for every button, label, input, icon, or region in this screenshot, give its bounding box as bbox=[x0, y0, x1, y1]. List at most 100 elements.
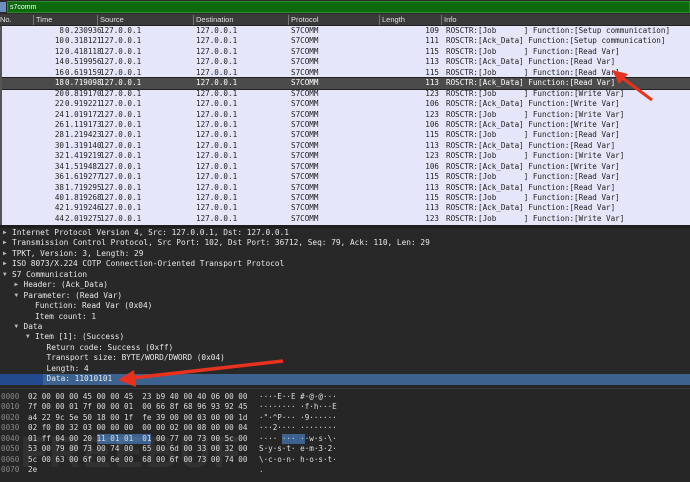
packet-row[interactable]: 36 1.619277 127.0.0.1 127.0.0.1 S7COMM 115 ROS… bbox=[2, 172, 690, 182]
packet-list[interactable]: 8 0.230936 127.0.0.1 127.0.0.1 S7COMM 109 ROSC… bbox=[0, 26, 690, 226]
hex-bytes[interactable]: 2e bbox=[28, 465, 37, 475]
cell-time: 0.719098 bbox=[65, 78, 102, 88]
cell-no: 40 bbox=[54, 193, 64, 202]
detail-tree-item[interactable]: ▼ S7 Communication bbox=[0, 270, 690, 280]
hex-bytes[interactable]: 5c 00 63 00 6f 00 6e 00 68 00 6f 00 73 0… bbox=[28, 455, 247, 465]
packet-row[interactable]: 24 1.019172 127.0.0.1 127.0.0.1 S7COMM 123 ROS… bbox=[2, 110, 690, 120]
hex-ascii[interactable]: S·y·s·t· e·m·3·2· bbox=[259, 444, 337, 454]
hex-ascii[interactable]: \·c·o·n· h·o·s·t· bbox=[259, 455, 337, 465]
expanded-triangle-icon[interactable]: ▼ bbox=[26, 332, 30, 342]
column-destination[interactable]: Destination bbox=[193, 15, 234, 25]
packet-row[interactable]: 20 0.819170 127.0.0.1 127.0.0.1 S7COMM 123 ROS… bbox=[2, 89, 690, 99]
packet-row[interactable]: 22 0.919221 127.0.0.1 127.0.0.1 S7COMM 106 ROS… bbox=[2, 99, 690, 109]
cell-protocol: S7COMM bbox=[291, 88, 319, 98]
cell-info: ROSCTR:[Ack_Data] Function:[Setup commun… bbox=[446, 36, 666, 46]
packet-row[interactable]: 12 0.418118 127.0.0.1 127.0.0.1 S7COMM 115 ROS… bbox=[2, 47, 690, 57]
hex-bytes[interactable]: 02 00 00 00 45 00 00 45 23 b9 40 00 40 0… bbox=[28, 392, 247, 402]
packet-row[interactable]: 32 1.419219 127.0.0.1 127.0.0.1 S7COMM 123 ROS… bbox=[2, 151, 690, 161]
detail-tree-item[interactable]: Return code: Success (0xff) bbox=[0, 343, 690, 353]
hex-offset: 0000 bbox=[1, 392, 20, 401]
collapsed-triangle-icon[interactable]: ▶ bbox=[3, 228, 7, 238]
hex-offset: 0070 bbox=[1, 465, 20, 475]
cell-source: 127.0.0.1 bbox=[100, 140, 142, 150]
cell-no: 34 bbox=[54, 161, 64, 171]
cell-protocol: S7COMM bbox=[291, 130, 319, 140]
cell-info: ROSCTR:[Ack_Data] Function:[Write Var] bbox=[446, 161, 620, 171]
cell-info: ROSCTR:[Ack_Data] Function:[Write Var] bbox=[446, 119, 620, 129]
detail-tree-item[interactable]: Item count: 1 bbox=[0, 312, 690, 322]
detail-tree-item[interactable]: ▼ Parameter: (Read Var) bbox=[0, 291, 690, 301]
detail-tree-item[interactable]: Function: Read Var (0x04) bbox=[0, 301, 690, 311]
cell-source: 127.0.0.1 bbox=[100, 182, 142, 192]
detail-text: Parameter: (Read Var) bbox=[23, 290, 123, 300]
hex-ascii[interactable]: . bbox=[259, 465, 264, 475]
packet-row[interactable]: 10 0.318121 127.0.0.1 127.0.0.1 S7COMM 111 ROS… bbox=[2, 36, 690, 46]
hex-row: 0050 53 00 79 00 73 00 74 00 65 00 6d 00 … bbox=[0, 444, 690, 454]
cell-destination: 127.0.0.1 bbox=[196, 130, 238, 140]
packet-row[interactable]: 18 0.719098 127.0.0.1 127.0.0.1 S7COMM 113 ROS… bbox=[2, 77, 690, 90]
hex-bytes[interactable]: 7f 00 00 01 7f 00 00 01 00 66 8f 68 96 9… bbox=[28, 402, 247, 412]
column-no[interactable]: No. bbox=[0, 15, 12, 25]
cell-time: 1.319140 bbox=[65, 140, 102, 150]
collapsed-triangle-icon[interactable]: ▶ bbox=[3, 249, 7, 259]
packet-row[interactable]: 14 0.519956 127.0.0.1 127.0.0.1 S7COMM 113 ROS… bbox=[2, 57, 690, 67]
cell-protocol: S7COMM bbox=[291, 161, 319, 171]
packet-row[interactable]: 42 1.919246 127.0.0.1 127.0.0.1 S7COMM 113 ROS… bbox=[2, 203, 690, 213]
packet-row[interactable]: 8 0.230936 127.0.0.1 127.0.0.1 S7COMM 109 ROSC… bbox=[2, 26, 690, 36]
detail-tree-item[interactable]: ▶ Transmission Control Protocol, Src Port… bbox=[0, 238, 690, 248]
cell-length: 115 bbox=[425, 172, 439, 182]
column-length[interactable]: Length bbox=[379, 15, 405, 25]
hex-row: 0040 01 ff 04 00 20 11 01 01 01 00 77 00 … bbox=[0, 433, 690, 445]
hex-bytes[interactable]: 02 f0 80 32 03 00 00 00 00 00 02 00 08 0… bbox=[28, 423, 247, 433]
collapsed-triangle-icon[interactable]: ▶ bbox=[15, 280, 19, 290]
cell-destination: 127.0.0.1 bbox=[196, 26, 238, 35]
column-time[interactable]: Time bbox=[33, 15, 52, 25]
hex-ascii[interactable]: ·"·^P··· ·9······ bbox=[259, 413, 337, 423]
packet-row[interactable]: 34 1.519482 127.0.0.1 127.0.0.1 S7COMM 106 ROS… bbox=[2, 162, 690, 172]
packet-row[interactable]: 40 1.819268 127.0.0.1 127.0.0.1 S7COMM 115 ROS… bbox=[2, 193, 690, 203]
detail-text: Header: (Ack_Data) bbox=[23, 280, 109, 290]
packet-row[interactable]: 16 0.619159 127.0.0.1 127.0.0.1 S7COMM 115 ROS… bbox=[2, 68, 690, 78]
expanded-triangle-icon[interactable]: ▼ bbox=[15, 291, 19, 301]
display-filter-input[interactable] bbox=[7, 1, 690, 13]
cell-info: ROSCTR:[Job ] Function:[Write Var] bbox=[446, 109, 625, 119]
column-source[interactable]: Source bbox=[97, 15, 124, 25]
cell-destination: 127.0.0.1 bbox=[196, 172, 238, 182]
packet-row[interactable]: 28 1.219423 127.0.0.1 127.0.0.1 S7COMM 115 ROS… bbox=[2, 130, 690, 140]
packet-details-tree[interactable]: ▶ Internet Protocol Version 4, Src: 127.0… bbox=[0, 228, 690, 386]
packet-row[interactable]: 30 1.319140 127.0.0.1 127.0.0.1 S7COMM 113 ROS… bbox=[2, 141, 690, 151]
detail-tree-item[interactable]: ▶ Header: (Ack_Data) bbox=[0, 280, 690, 290]
column-info[interactable]: Info bbox=[441, 15, 457, 25]
cell-destination: 127.0.0.1 bbox=[196, 151, 238, 161]
hex-bytes[interactable]: 01 ff 04 00 20 11 01 01 01 00 77 00 73 0… bbox=[28, 434, 247, 444]
hex-bytes[interactable]: a4 22 9c 5e 50 18 00 1f fe 39 00 00 03 0… bbox=[28, 413, 247, 423]
cell-length: 106 bbox=[425, 161, 439, 171]
packet-row[interactable]: 38 1.719295 127.0.0.1 127.0.0.1 S7COMM 113 ROS… bbox=[2, 183, 690, 193]
detail-tree-item[interactable]: ▶ ISO 8073/X.224 COTP Connection-Oriented… bbox=[0, 259, 690, 269]
packet-row[interactable]: 44 2.019275 127.0.0.1 127.0.0.1 S7COMM 123 ROS… bbox=[2, 214, 690, 224]
detail-tree-item[interactable]: ▼ Item [1]: (Success) bbox=[0, 332, 690, 342]
expanded-triangle-icon[interactable]: ▼ bbox=[15, 322, 19, 332]
hex-ascii[interactable]: ···· ··· ··w·s·\· bbox=[259, 434, 337, 444]
detail-tree-item[interactable]: ▼ Data bbox=[0, 322, 690, 332]
cell-destination: 127.0.0.1 bbox=[196, 46, 238, 56]
cell-time: 0.919221 bbox=[65, 99, 102, 109]
cell-no: 24 bbox=[54, 109, 64, 119]
detail-tree-item[interactable]: Data: 11010101 bbox=[0, 374, 690, 385]
detail-tree-item[interactable]: Transport size: BYTE/WORD/DWORD (0x04) bbox=[0, 353, 690, 363]
column-protocol[interactable]: Protocol bbox=[288, 15, 319, 25]
cell-destination: 127.0.0.1 bbox=[196, 161, 238, 171]
detail-tree-item[interactable]: ▶ Internet Protocol Version 4, Src: 127.0… bbox=[0, 228, 690, 238]
detail-tree-item[interactable]: Length: 4 bbox=[0, 364, 690, 374]
hex-ascii[interactable]: ···2···· ········ bbox=[259, 423, 337, 433]
collapsed-triangle-icon[interactable]: ▶ bbox=[3, 238, 7, 248]
packet-row[interactable]: 26 1.119173 127.0.0.1 127.0.0.1 S7COMM 106 ROS… bbox=[2, 120, 690, 130]
bookmark-icon[interactable] bbox=[0, 2, 6, 12]
cell-protocol: S7COMM bbox=[291, 193, 319, 202]
hex-ascii[interactable]: ········ ·f·h···E bbox=[259, 402, 337, 412]
expanded-triangle-icon[interactable]: ▼ bbox=[3, 270, 7, 280]
hex-bytes[interactable]: 53 00 79 00 73 00 74 00 65 00 6d 00 33 0… bbox=[28, 444, 247, 454]
collapsed-triangle-icon[interactable]: ▶ bbox=[3, 259, 7, 269]
hex-ascii[interactable]: ····E··E #·@·@··· bbox=[259, 392, 337, 402]
detail-tree-item[interactable]: ▶ TPKT, Version: 3, Length: 29 bbox=[0, 249, 690, 259]
